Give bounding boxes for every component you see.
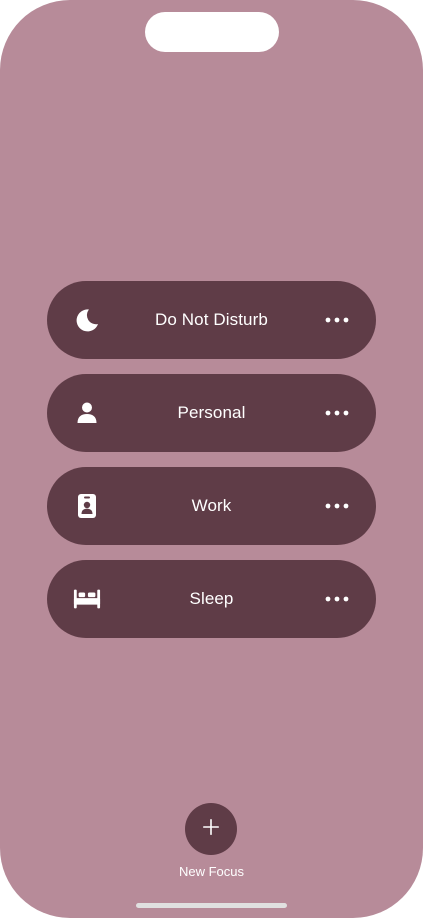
bed-icon: [73, 585, 101, 613]
focus-item-label: Sleep: [189, 589, 234, 608]
dynamic-island: [145, 12, 279, 52]
focus-screen: Do Not Disturb Personal Work Sleep New F…: [0, 0, 423, 918]
moon-icon: [73, 306, 101, 334]
focus-item-do-not-disturb[interactable]: Do Not Disturb: [47, 281, 376, 359]
more-options-icon[interactable]: [324, 589, 350, 609]
plus-icon: [202, 818, 220, 841]
focus-mode-list: Do Not Disturb Personal Work Sleep: [47, 281, 376, 653]
focus-item-personal[interactable]: Personal: [47, 374, 376, 452]
focus-item-label: Do Not Disturb: [155, 310, 268, 329]
more-options-icon[interactable]: [324, 403, 350, 423]
home-indicator[interactable]: [136, 903, 287, 908]
focus-item-work[interactable]: Work: [47, 467, 376, 545]
person-icon: [73, 399, 101, 427]
focus-item-sleep[interactable]: Sleep: [47, 560, 376, 638]
more-options-icon[interactable]: [324, 310, 350, 330]
focus-item-label: Personal: [177, 403, 246, 422]
new-focus-button[interactable]: [185, 803, 237, 855]
more-options-icon[interactable]: [324, 496, 350, 516]
new-focus-label: New Focus: [178, 864, 245, 879]
focus-item-label: Work: [191, 496, 232, 515]
id-badge-icon: [73, 492, 101, 520]
